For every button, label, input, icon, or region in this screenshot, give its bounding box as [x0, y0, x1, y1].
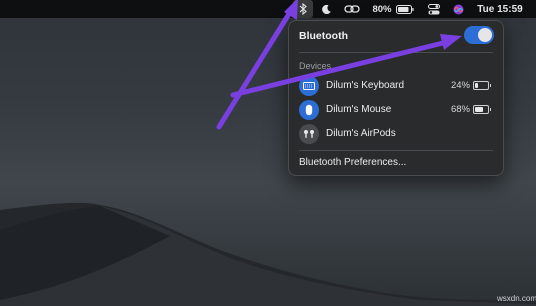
device-row-mouse[interactable]: Dilum's Mouse 68% [299, 100, 497, 120]
divider [299, 150, 493, 151]
moon-icon[interactable] [318, 0, 334, 18]
divider [299, 52, 493, 53]
control-center-icon[interactable] [426, 0, 442, 18]
link-icon[interactable] [342, 0, 362, 18]
device-name: Dilum's Keyboard [326, 80, 405, 91]
battery-percent: 24% [450, 80, 470, 91]
keyboard-icon [299, 76, 319, 96]
device-row-airpods[interactable]: Dilum's AirPods [299, 124, 497, 144]
siri-icon[interactable] [450, 0, 466, 18]
menu-bar: 80% Tue 15:59 [0, 0, 536, 18]
device-row-keyboard[interactable]: Dilum's Keyboard 24% [299, 76, 497, 96]
device-battery: 68% [450, 104, 491, 115]
bluetooth-preferences-item[interactable]: Bluetooth Preferences... [299, 157, 406, 168]
battery-icon [473, 105, 491, 114]
mouse-icon [299, 100, 319, 120]
battery-icon[interactable] [396, 0, 414, 18]
airpods-icon [299, 124, 319, 144]
battery-percent: 80% [372, 3, 392, 15]
panel-title: Bluetooth [299, 30, 348, 42]
device-battery: 24% [450, 80, 491, 91]
device-name: Dilum's AirPods [326, 128, 396, 139]
toggle-knob [478, 28, 492, 42]
device-name: Dilum's Mouse [326, 104, 392, 115]
bluetooth-toggle[interactable] [464, 26, 494, 44]
bluetooth-icon[interactable] [293, 0, 313, 18]
battery-percent: 68% [450, 104, 470, 115]
devices-section-label: Devices [299, 61, 332, 71]
battery-icon [473, 81, 491, 90]
menubar-clock[interactable]: Tue 15:59 [474, 0, 526, 18]
bluetooth-menu: Bluetooth Devices Dilum's Keyboard 24% D… [288, 20, 504, 176]
watermark: wsxdn.com [497, 294, 536, 303]
